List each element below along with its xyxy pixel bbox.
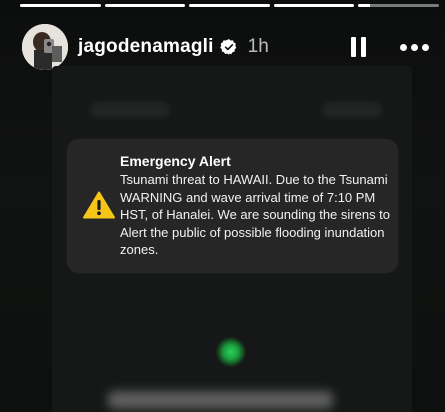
verified-badge-icon [219, 38, 238, 56]
story-progress-segment [358, 4, 439, 7]
story-progress-fill [273, 4, 355, 7]
avatar[interactable] [22, 24, 68, 70]
pause-button[interactable] [343, 32, 373, 62]
pause-icon-bar-left [350, 37, 356, 57]
emergency-alert-card[interactable]: Emergency Alert Tsunami threat to HAWAII… [67, 139, 398, 273]
story-progress-fill [189, 4, 270, 7]
more-dot-icon [410, 43, 418, 51]
more-dot-icon [399, 43, 407, 51]
username[interactable]: jagodenamagli [78, 36, 214, 58]
story-viewer: jagodenamagli 1h Emergency Alert Tsunami… [0, 0, 445, 412]
pause-icon-bar-right [360, 37, 366, 57]
story-progress-fill [20, 4, 101, 7]
blurred-text [108, 391, 333, 409]
alert-title: Emergency Alert [120, 153, 231, 169]
story-progress-segment [104, 4, 186, 7]
story-progress-segment [189, 4, 270, 7]
story-progress-bar [20, 4, 439, 7]
alert-message: Tsunami threat to HAWAII. Due to the Tsu… [120, 172, 391, 257]
more-dot-icon [421, 43, 429, 51]
story-progress-fill [358, 4, 371, 7]
story-progress-fill [104, 4, 186, 7]
blurred-element [322, 102, 382, 118]
story-progress-segment [20, 4, 101, 7]
warning-triangle-icon [83, 191, 115, 219]
green-status-dot [216, 337, 246, 367]
story-header: jagodenamagli 1h [22, 22, 435, 72]
post-time: 1h [247, 36, 269, 57]
story-progress-segment [273, 4, 355, 7]
blurred-element [90, 102, 170, 118]
more-options-button[interactable] [397, 32, 431, 62]
